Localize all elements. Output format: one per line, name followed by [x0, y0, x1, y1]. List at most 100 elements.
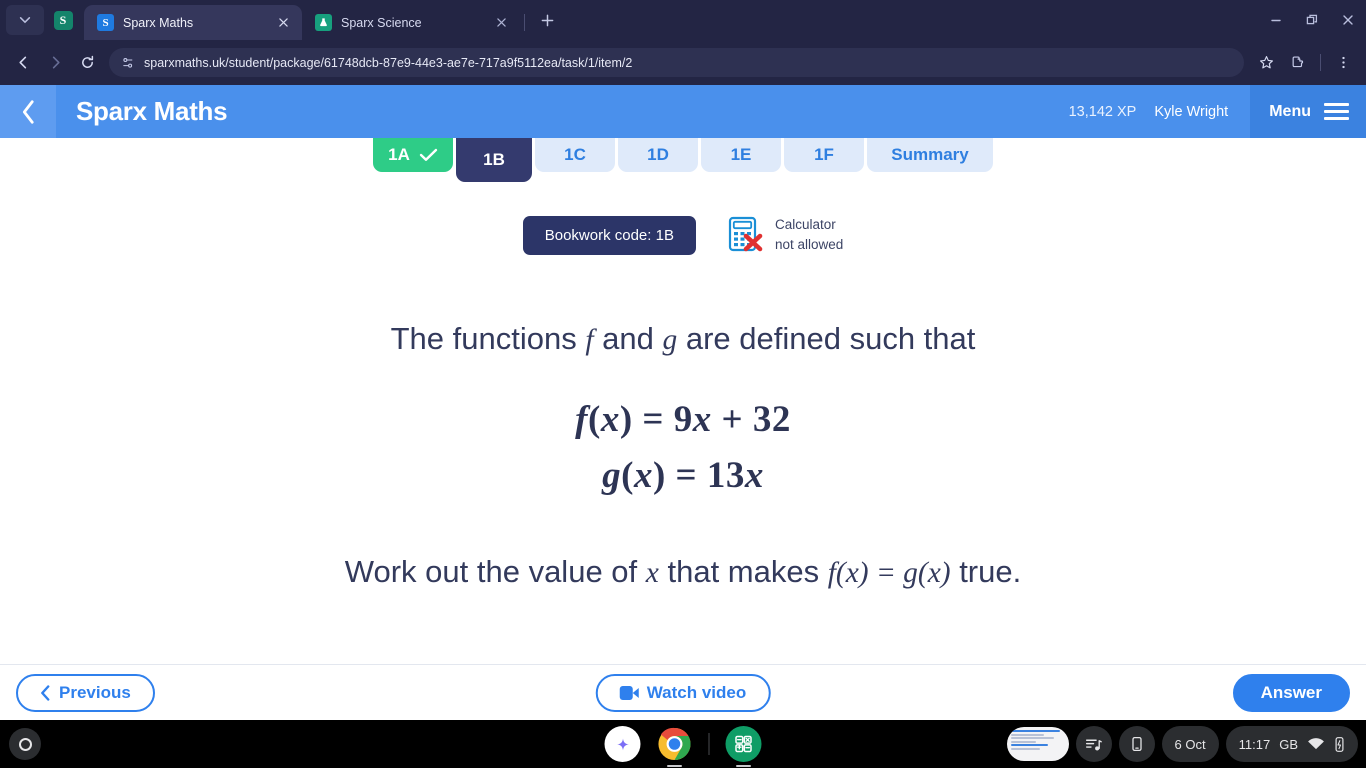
task-tab-label: Summary	[891, 145, 969, 164]
screen: S S Sparx Maths Sparx Science sparxmaths…	[0, 0, 1366, 768]
wifi-icon	[1308, 737, 1324, 749]
bookwork-code-badge: Bookwork code: 1B	[522, 215, 696, 255]
sparx-maths-favicon: S	[97, 14, 114, 31]
question-footer: Previous Watch video Answer	[0, 664, 1366, 720]
menu-label: Menu	[1269, 102, 1311, 120]
intro-text-2: are defined such that	[685, 320, 976, 356]
forward-icon[interactable]	[40, 48, 70, 78]
xp-counter: 13,142 XP	[1068, 103, 1137, 120]
app-header: Sparx Maths 13,142 XP Kyle Wright Menu	[0, 85, 1366, 138]
prompt-text-1: Work out the value of	[344, 554, 638, 590]
tab-title: Sparx Maths	[123, 15, 194, 30]
address-bar[interactable]: sparxmaths.uk/student/package/61748dcb-8…	[109, 48, 1244, 77]
minimize-icon[interactable]	[1258, 0, 1294, 40]
chrome-icon[interactable]	[657, 726, 693, 767]
calculator-icon	[728, 216, 764, 254]
system-tray: 6 Oct 11:17 GB	[1006, 726, 1358, 762]
battery-icon	[1335, 736, 1344, 752]
chrome-menu-icon[interactable]	[1328, 48, 1358, 78]
calculator-not-allowed: Calculator not allowed	[728, 215, 843, 256]
launcher-icon	[18, 737, 32, 751]
task-tab-1f[interactable]: 1F	[784, 138, 864, 172]
sharepoint-icon: S	[53, 10, 73, 30]
tab-divider	[524, 14, 525, 31]
question-prompt: Work out the value of x that makes f(x) …	[0, 551, 1366, 594]
tab-search-chevron-icon[interactable]	[6, 5, 44, 35]
time-text: 11:17	[1238, 736, 1271, 752]
prompt-text-2: that makes	[667, 554, 820, 590]
task-tab-1c[interactable]: 1C	[535, 138, 615, 172]
task-tab-label: 1D	[647, 145, 669, 164]
answer-button[interactable]: Answer	[1232, 673, 1350, 712]
running-indicator	[736, 764, 751, 767]
date-text: 6 Oct	[1174, 736, 1206, 752]
chromeos-shelf: 6 Oct 11:17 GB	[0, 720, 1366, 768]
extensions-icon[interactable]	[1283, 48, 1313, 78]
previous-button[interactable]: Previous	[16, 673, 155, 712]
prompt-equation: f(x) = g(x)	[827, 557, 951, 590]
phone-hub-icon[interactable]	[1118, 726, 1155, 762]
watch-video-button[interactable]: Watch video	[595, 673, 771, 712]
intro-and: and	[602, 320, 654, 356]
status-tray-button[interactable]: 11:17 GB	[1225, 726, 1358, 762]
window-preview-thumbnail[interactable]	[1006, 727, 1069, 761]
calculator-icon[interactable]	[725, 726, 762, 767]
tab-title: Sparx Science	[341, 15, 422, 30]
shelf-divider	[708, 733, 710, 755]
task-tab-label: 1E	[730, 145, 752, 164]
task-tab-summary[interactable]: Summary	[867, 138, 993, 172]
toolbar-actions	[1251, 48, 1358, 78]
menu-button[interactable]: Menu	[1250, 85, 1366, 138]
close-window-icon[interactable]	[1330, 0, 1366, 40]
app-header-right: 13,142 XP Kyle Wright Menu	[1069, 85, 1366, 138]
task-tab-1a[interactable]: 1A	[373, 138, 453, 172]
back-icon[interactable]	[8, 48, 38, 78]
math-var-g: g	[662, 323, 678, 356]
task-tab-1b[interactable]: 1B	[456, 138, 532, 182]
close-icon[interactable]	[493, 14, 510, 31]
task-tab-label: 1B	[483, 150, 505, 169]
intro-text-1: The functions	[390, 320, 577, 356]
question-intro: The functions f and g are defined such t…	[0, 318, 1366, 361]
app-back-button[interactable]	[0, 85, 56, 138]
date-tray-button[interactable]: 6 Oct	[1161, 726, 1219, 762]
gemini-icon[interactable]	[604, 726, 641, 762]
tab-sparx-maths[interactable]: S Sparx Maths	[84, 5, 302, 40]
question-body: The functions f and g are defined such t…	[0, 256, 1366, 595]
tab-sparx-science[interactable]: Sparx Science	[302, 5, 520, 40]
user-name[interactable]: Kyle Wright	[1154, 104, 1228, 120]
video-camera-icon	[619, 685, 639, 700]
url-text: sparxmaths.uk/student/package/61748dcb-8…	[144, 55, 633, 70]
previous-label: Previous	[59, 682, 131, 702]
media-controls-icon[interactable]	[1075, 726, 1112, 762]
calculator-status-text: Calculator not allowed	[775, 215, 843, 256]
window-controls	[1258, 0, 1366, 40]
browser-toolbar: sparxmaths.uk/student/package/61748dcb-8…	[0, 40, 1366, 85]
task-tab-1e[interactable]: 1E	[701, 138, 781, 172]
calculator-line-1: Calculator	[774, 217, 836, 232]
answer-label: Answer	[1260, 682, 1322, 702]
equation-g: g(x) = 13x	[602, 454, 764, 496]
chevron-left-icon	[41, 684, 50, 701]
tab-strip: S S Sparx Maths Sparx Science	[0, 0, 1366, 40]
bookmark-star-icon[interactable]	[1251, 48, 1281, 78]
restore-icon[interactable]	[1294, 0, 1330, 40]
app-brand-title: Sparx Maths	[76, 96, 228, 126]
math-var-x: x	[645, 557, 659, 590]
site-settings-icon[interactable]	[119, 54, 136, 71]
task-tab-1d[interactable]: 1D	[618, 138, 698, 172]
reload-icon[interactable]	[72, 48, 102, 78]
hamburger-icon	[1324, 103, 1349, 120]
calculator-line-2: not allowed	[774, 237, 844, 253]
locale-text: GB	[1279, 736, 1298, 752]
pinned-tab-sharepoint[interactable]: S	[48, 5, 78, 35]
shelf-app-list	[604, 726, 762, 767]
equation-f: f(x) = 9x + 32	[575, 399, 791, 441]
close-icon[interactable]	[275, 14, 292, 31]
task-tab-bar: 1A 1B 1C 1D 1E 1F Summary	[0, 138, 1366, 182]
running-indicator	[667, 764, 682, 767]
launcher-button[interactable]	[9, 728, 41, 760]
new-tab-button[interactable]	[533, 6, 561, 34]
sparx-maths-page: Sparx Maths 13,142 XP Kyle Wright Menu 1…	[0, 85, 1366, 720]
math-var-f: f	[585, 323, 594, 356]
